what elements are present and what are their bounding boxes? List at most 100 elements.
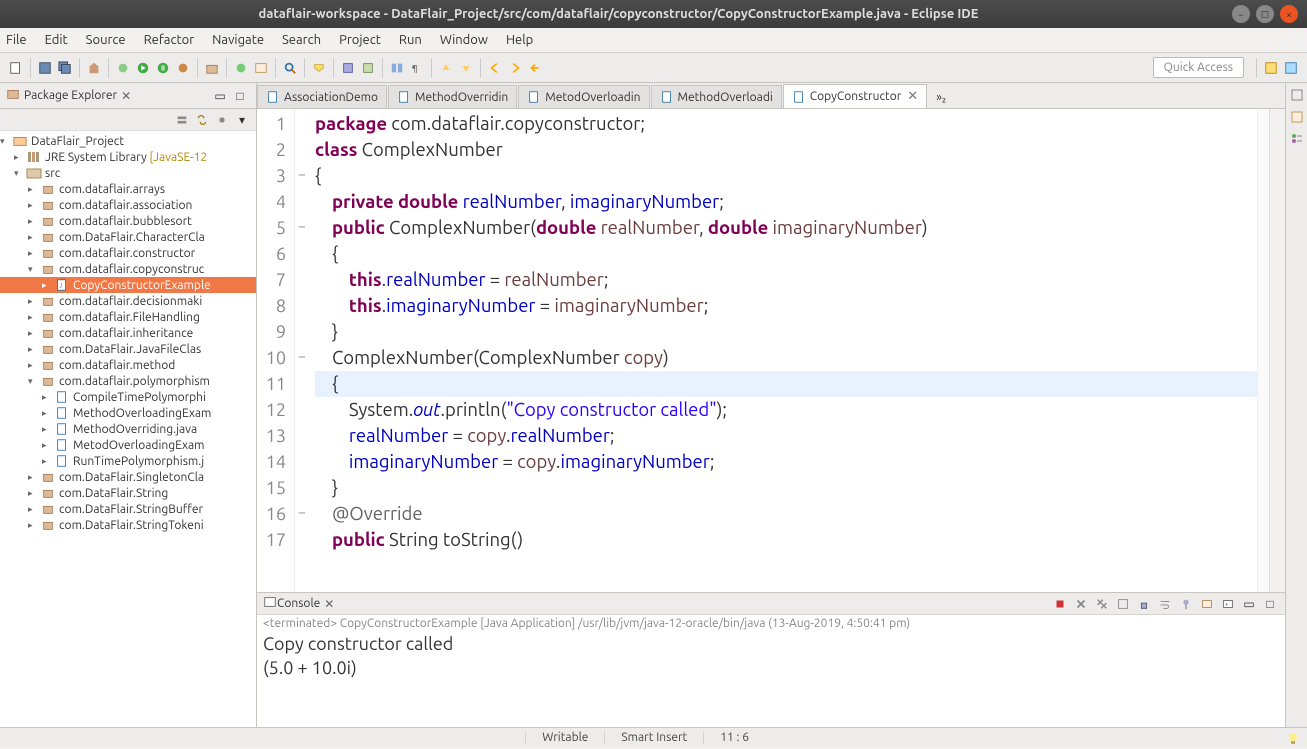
save-all-button[interactable] <box>57 60 73 76</box>
package-node[interactable]: ▸com.dataflair.inheritance <box>0 325 256 341</box>
menu-search[interactable]: Search <box>282 33 321 47</box>
editor-tab[interactable]: MethodOverloadi <box>651 85 782 108</box>
menu-window[interactable]: Window <box>440 33 488 47</box>
new-button[interactable] <box>8 60 24 76</box>
display-selected-button[interactable] <box>1200 597 1214 611</box>
task-list-icon[interactable] <box>1289 109 1305 125</box>
package-explorer-close-icon[interactable]: ✕ <box>121 89 131 103</box>
focus-task-button[interactable] <box>214 112 230 128</box>
menu-help[interactable]: Help <box>506 33 533 47</box>
coverage-button[interactable] <box>155 60 171 76</box>
build-button[interactable] <box>86 60 102 76</box>
editor-tab[interactable]: MethodOverridin <box>388 85 517 108</box>
java-file-node[interactable]: ▸MetodOverloadingExam <box>0 437 256 453</box>
quick-access-field[interactable]: Quick Access <box>1153 57 1244 78</box>
jre-node[interactable]: ▸ JRE System Library [JavaSE-12 <box>0 149 256 165</box>
window-minimize-button[interactable]: − <box>1232 5 1250 23</box>
package-node-expanded[interactable]: ▾com.dataflair.copyconstruc <box>0 261 256 277</box>
menu-edit[interactable]: Edit <box>45 33 68 47</box>
remove-launch-button[interactable] <box>1074 597 1088 611</box>
collapse-all-button[interactable] <box>174 112 190 128</box>
next-annotation-button[interactable] <box>458 60 474 76</box>
pin-console-button[interactable] <box>1179 597 1193 611</box>
tip-icon[interactable] <box>1285 730 1301 746</box>
new-class-button[interactable] <box>233 60 249 76</box>
package-node[interactable]: ▸com.dataflair.method <box>0 357 256 373</box>
link-editor-button[interactable] <box>194 112 210 128</box>
run-last-button[interactable] <box>175 60 191 76</box>
java-perspective-button[interactable] <box>1283 60 1299 76</box>
package-node[interactable]: ▸com.dataflair.FileHandling <box>0 309 256 325</box>
open-type-button[interactable] <box>253 60 269 76</box>
console-output[interactable]: Copy constructor called(5.0 + 10.0i) <box>257 632 1285 680</box>
minimize-view-button[interactable]: ▭ <box>212 88 228 104</box>
restore-view-button[interactable] <box>1289 87 1305 103</box>
wizard-button[interactable] <box>340 60 356 76</box>
view-menu-button[interactable]: ▾ <box>234 112 250 128</box>
debug-button[interactable] <box>115 60 131 76</box>
remove-all-button[interactable] <box>1095 597 1109 611</box>
package-node[interactable]: ▸com.dataflair.arrays <box>0 181 256 197</box>
forward-button[interactable] <box>507 60 523 76</box>
menu-project[interactable]: Project <box>339 33 381 47</box>
window-close-button[interactable]: × <box>1280 5 1298 23</box>
java-file-node[interactable]: ▸MethodOverriding.java <box>0 421 256 437</box>
word-wrap-button[interactable] <box>1158 597 1172 611</box>
src-node[interactable]: ▾ src <box>0 165 256 181</box>
console-close-icon[interactable]: ✕ <box>324 597 334 611</box>
java-file-node[interactable]: ▸CompileTimePolymorphi <box>0 389 256 405</box>
code-content[interactable]: package com.dataflair.copyconstructor;cl… <box>309 109 1257 592</box>
console-max-button[interactable]: □ <box>1263 597 1277 611</box>
package-node[interactable]: ▸com.dataflair.decisionmaki <box>0 293 256 309</box>
package-node[interactable]: ▸com.DataFlair.StringTokeni <box>0 517 256 533</box>
window-maximize-button[interactable]: ◻ <box>1256 5 1274 23</box>
save-button[interactable] <box>37 60 53 76</box>
tab-close-icon[interactable]: ✕ <box>907 89 918 104</box>
scroll-lock-button[interactable] <box>1137 597 1151 611</box>
menu-run[interactable]: Run <box>399 33 422 47</box>
outline-icon[interactable] <box>1289 131 1305 147</box>
package-node[interactable]: ▸com.DataFlair.JavaFileClas <box>0 341 256 357</box>
menu-refactor[interactable]: Refactor <box>144 33 195 47</box>
menu-navigate[interactable]: Navigate <box>212 33 264 47</box>
project-tree[interactable]: ▾ DataFlair_Project ▸ JRE System Library… <box>0 131 256 535</box>
open-console-button[interactable]: + <box>1221 597 1235 611</box>
fold-gutter[interactable]: − − − − <box>295 109 309 592</box>
toggle-block-button[interactable] <box>389 60 405 76</box>
package-node[interactable]: ▸com.dataflair.constructor <box>0 245 256 261</box>
terminate-button[interactable] <box>1053 597 1067 611</box>
package-node[interactable]: ▸com.DataFlair.CharacterCla <box>0 229 256 245</box>
console-min-button[interactable]: ▭ <box>1242 597 1256 611</box>
project-node[interactable]: ▾ DataFlair_Project <box>0 133 256 149</box>
package-node[interactable]: ▸com.DataFlair.StringBuffer <box>0 501 256 517</box>
back-button[interactable] <box>487 60 503 76</box>
wizard2-button[interactable] <box>360 60 376 76</box>
open-perspective-button[interactable] <box>1263 60 1279 76</box>
editor-tab[interactable]: MetodOverloadin <box>518 85 649 108</box>
package-node[interactable]: ▸com.DataFlair.SingletonCla <box>0 469 256 485</box>
java-file-node-selected[interactable]: ▸JCopyConstructorExample <box>0 277 256 293</box>
overview-ruler[interactable] <box>1257 109 1269 592</box>
search-button[interactable] <box>282 60 298 76</box>
toggle-mark-button[interactable] <box>311 60 327 76</box>
clear-console-button[interactable] <box>1116 597 1130 611</box>
package-node[interactable]: ▸com.DataFlair.String <box>0 485 256 501</box>
code-editor[interactable]: 1 2 3 4 5 6 7 8 9 10 11 12 13 14 15 16 1… <box>257 109 1285 592</box>
editor-tab-active[interactable]: CopyConstructor✕ <box>783 84 927 108</box>
new-package-button[interactable] <box>204 60 220 76</box>
menu-file[interactable]: File <box>6 33 27 47</box>
editor-tab[interactable]: AssociationDemo <box>257 85 387 108</box>
menu-source[interactable]: Source <box>86 33 126 47</box>
package-node[interactable]: ▸com.dataflair.association <box>0 197 256 213</box>
show-whitespace-button[interactable]: ¶ <box>409 60 425 76</box>
prev-annotation-button[interactable] <box>438 60 454 76</box>
java-file-node[interactable]: ▸RunTimePolymorphism.j <box>0 453 256 469</box>
package-node[interactable]: ▸com.dataflair.bubblesort <box>0 213 256 229</box>
show-more-tabs-button[interactable]: »₂ <box>928 87 954 108</box>
maximize-view-button[interactable]: □ <box>232 88 248 104</box>
last-edit-button[interactable] <box>527 60 543 76</box>
run-button[interactable] <box>135 60 151 76</box>
java-file-node[interactable]: ▸MethodOverloadingExam <box>0 405 256 421</box>
vertical-scrollbar[interactable] <box>1269 109 1285 592</box>
package-node-expanded[interactable]: ▾com.dataflair.polymorphism <box>0 373 256 389</box>
